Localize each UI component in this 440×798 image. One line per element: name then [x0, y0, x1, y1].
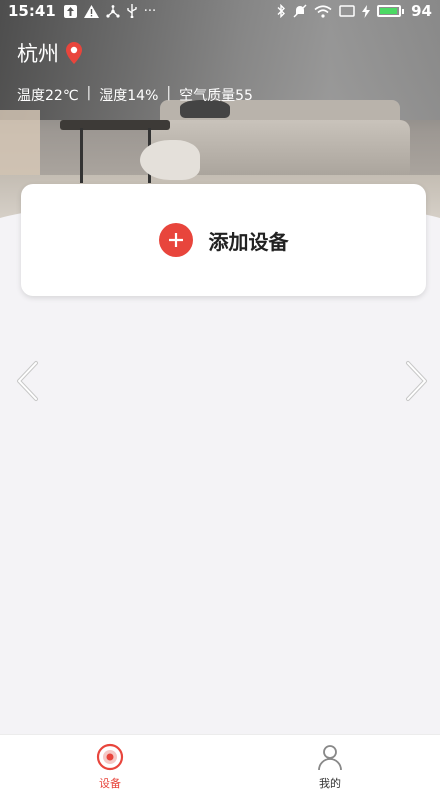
chevron-left-icon: [17, 361, 38, 401]
air-quality-text: 空气质量55: [179, 88, 253, 104]
previous-arrow-button[interactable]: [12, 360, 44, 402]
tab-devices-label: 设备: [99, 777, 121, 790]
next-arrow-button[interactable]: [400, 360, 432, 402]
usb-icon: [127, 4, 137, 18]
mute-bell-icon: [293, 4, 307, 18]
hero-table-leg: [80, 128, 83, 183]
status-time: 15:41: [8, 2, 56, 20]
humidity-text: 湿度14%: [99, 88, 159, 104]
bottom-tab-bar: 设备 我的: [0, 734, 440, 798]
chevron-right-icon: [406, 361, 427, 401]
screen-cast-icon: [339, 5, 355, 17]
charging-icon: [362, 4, 371, 18]
tab-devices[interactable]: 设备: [0, 735, 220, 798]
device-icon: [96, 743, 124, 771]
location-pin-icon: [66, 42, 82, 64]
tab-profile-label: 我的: [319, 777, 341, 790]
status-notification-icons: ···: [63, 3, 157, 19]
warning-icon: [83, 4, 99, 18]
status-bar: 15:41 ··· 94: [0, 0, 440, 22]
city-name: 杭州: [17, 42, 59, 66]
profile-icon: [318, 745, 342, 771]
upload-icon: [63, 4, 77, 18]
more-icon: ···: [143, 3, 157, 19]
battery-icon: [377, 5, 402, 17]
share-icon: [106, 4, 120, 18]
add-device-label: 添加设备: [208, 229, 289, 254]
hero-table: [60, 120, 170, 130]
hero-lamp-shade: [0, 110, 40, 180]
hero-cloth: [140, 140, 200, 180]
add-device-card[interactable]: 添加设备: [21, 184, 426, 296]
weather-info: 温度22℃ | 湿度14% | 空气质量55: [17, 85, 253, 105]
tab-profile[interactable]: 我的: [220, 735, 440, 798]
bluetooth-icon: [277, 4, 286, 18]
battery-level: 94: [411, 2, 432, 20]
separator: |: [166, 85, 172, 101]
temperature-text: 温度22℃: [17, 88, 79, 104]
city-location[interactable]: 杭州: [17, 38, 83, 68]
status-system-icons: 94: [276, 2, 432, 20]
separator: |: [86, 85, 92, 101]
add-icon: [158, 223, 193, 257]
wifi-icon: [314, 4, 332, 18]
